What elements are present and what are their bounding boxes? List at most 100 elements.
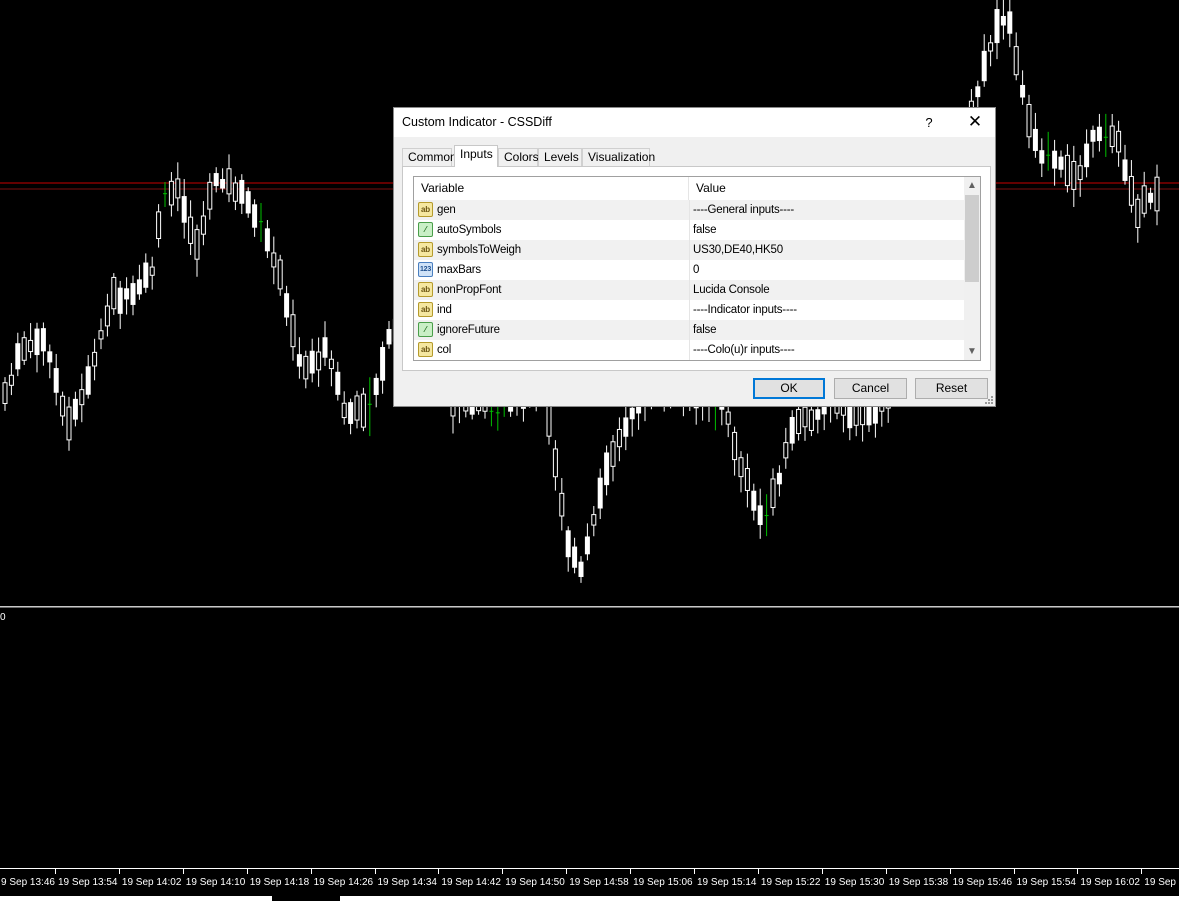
time-axis-tick (885, 869, 887, 874)
grid-scrollbar[interactable]: ▲ ▼ (964, 177, 980, 360)
candle-body (271, 252, 277, 268)
variable-value[interactable]: Lucida Console (693, 280, 770, 300)
candle-body (1109, 125, 1115, 148)
candle-body (744, 468, 750, 491)
candle-body (149, 266, 155, 276)
candle-body (380, 347, 386, 381)
candle-body (252, 204, 258, 228)
variable-value[interactable]: US30,DE40,HK50 (693, 240, 783, 260)
table-row[interactable]: ab col ----Colo(u)r inputs---- (414, 340, 964, 360)
candle-body (789, 416, 795, 444)
variable-value[interactable]: ----Indicator inputs---- (693, 300, 797, 320)
scroll-thumb[interactable] (965, 195, 979, 282)
tab-common[interactable]: Common (402, 148, 457, 166)
candle-body (60, 395, 66, 417)
tab-levels[interactable]: Levels (538, 148, 582, 166)
variable-name: maxBars (437, 264, 481, 276)
column-header-value[interactable]: Value (689, 177, 964, 200)
candle-body (584, 536, 590, 555)
ok-button[interactable]: OK (753, 378, 825, 399)
candle-body (328, 358, 334, 370)
cancel-button[interactable]: Cancel (834, 378, 907, 399)
candle-body (79, 389, 85, 406)
tab-colors[interactable]: Colors (498, 148, 539, 166)
candle-body (597, 477, 603, 509)
time-axis-tick (821, 869, 823, 874)
time-axis-label: 19 Sep (1144, 877, 1176, 888)
time-axis-tick (310, 869, 312, 874)
table-row[interactable]: 123 maxBars 0 (414, 260, 964, 280)
subwindow-separator[interactable] (0, 606, 1179, 608)
candle-body (725, 411, 731, 425)
candle-body (207, 181, 213, 210)
inputs-grid: Variable Value ab gen ----General inputs… (413, 176, 981, 361)
time-axis-label: 19 Sep 16:02 (1080, 877, 1140, 888)
candle-body (354, 395, 360, 421)
inputs-tab-panel: Variable Value ab gen ----General inputs… (402, 166, 991, 371)
variable-value[interactable]: false (693, 220, 716, 240)
variable-value[interactable]: false (693, 320, 716, 340)
string-type-icon: ab (418, 302, 433, 317)
table-row[interactable]: ⁄ ignoreFuture false (414, 320, 964, 340)
tab-inputs[interactable]: Inputs (454, 145, 498, 167)
time-axis-tick (182, 869, 184, 874)
candle-body (34, 328, 40, 356)
candle-body (1064, 154, 1070, 187)
candle-body (552, 448, 558, 478)
time-axis-label: 19 Sep 15:46 (952, 877, 1013, 888)
table-row[interactable]: ab nonPropFont Lucida Console (414, 280, 964, 300)
candle-body (860, 404, 866, 426)
table-row[interactable]: ab symbolsToWeigh US30,DE40,HK50 (414, 240, 964, 260)
candle-body (546, 402, 552, 437)
bottom-tab-strip (0, 896, 1179, 901)
candle-body (578, 561, 584, 577)
candle-body (47, 351, 53, 363)
string-type-icon: ab (418, 242, 433, 257)
time-axis-tick (118, 869, 120, 874)
variable-value[interactable]: ----Colo(u)r inputs---- (693, 340, 795, 360)
candle-body (616, 428, 622, 448)
candle-body (194, 229, 200, 260)
candle-body (143, 262, 149, 288)
candle-body (130, 283, 136, 305)
candle-body (188, 216, 194, 244)
time-axis-tick (630, 869, 632, 874)
resize-grip-icon[interactable] (985, 396, 993, 404)
table-row[interactable]: ⁄ autoSymbols false (414, 220, 964, 240)
candle-body (591, 514, 597, 526)
variable-value[interactable]: ----General inputs---- (693, 200, 794, 220)
candle-body (1026, 103, 1032, 138)
variable-name: gen (437, 204, 456, 216)
dialog-titlebar[interactable]: Custom Indicator - CSSDiff ? ✕ (394, 108, 995, 137)
candle-body (245, 191, 251, 214)
candle-body (277, 259, 283, 290)
candle-body (168, 180, 174, 206)
scroll-up-icon[interactable]: ▲ (964, 177, 980, 194)
scroll-down-icon[interactable]: ▼ (964, 343, 980, 360)
candle-body (111, 276, 117, 310)
bool-type-icon: ⁄ (418, 322, 433, 337)
candle-body (200, 215, 206, 235)
time-axis-label: 19 Sep 13:54 (58, 877, 118, 888)
tab-visualization[interactable]: Visualization (582, 148, 655, 166)
candle-body (40, 328, 46, 352)
candle-body (15, 343, 21, 370)
candle-body (98, 330, 104, 340)
variable-value[interactable]: 0 (693, 260, 699, 280)
time-axis-label: 19 Sep 14:26 (313, 877, 374, 888)
time-axis-label: 19 Sep 14:34 (377, 877, 438, 888)
candle-body (21, 337, 27, 361)
candle-body (751, 490, 757, 511)
table-row[interactable]: ab ind ----Indicator inputs---- (414, 300, 964, 320)
close-button[interactable]: ✕ (956, 108, 994, 137)
candle-body (1116, 130, 1122, 153)
candle-body (732, 431, 738, 461)
candle-body (796, 408, 802, 435)
time-axis-tick (1077, 869, 1079, 874)
variable-name: nonPropFont (437, 284, 502, 296)
table-row[interactable]: ab gen ----General inputs---- (414, 200, 964, 220)
candle-body (776, 472, 782, 485)
reset-button[interactable]: Reset (915, 378, 988, 399)
column-header-variable[interactable]: Variable (414, 177, 689, 200)
help-button[interactable]: ? (914, 108, 944, 137)
